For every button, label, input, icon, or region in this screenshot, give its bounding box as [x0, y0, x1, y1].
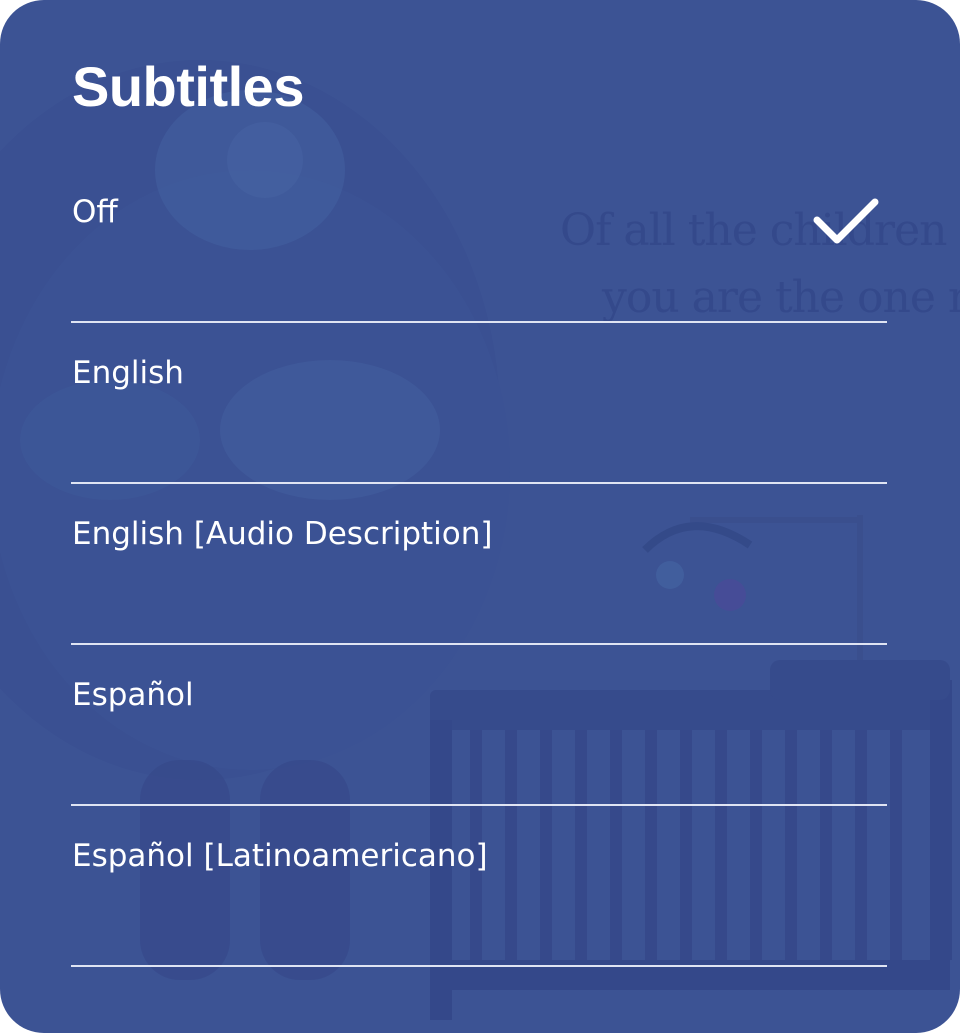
subtitle-option-english[interactable]: English	[71, 323, 887, 484]
subtitles-panel: Of all the children t you are the one n …	[0, 0, 960, 1033]
subtitle-option-espanol[interactable]: Español	[71, 645, 887, 806]
subtitle-option-english-audio-description[interactable]: English [Audio Description]	[71, 484, 887, 645]
panel-title: Subtitles	[72, 55, 304, 118]
option-label: Español	[72, 677, 194, 713]
subtitle-option-espanol-latinoamericano[interactable]: Español [Latinoamericano]	[71, 806, 887, 967]
option-label: English [Audio Description]	[72, 516, 493, 552]
subtitle-options-list: Off English English [Audio Description] …	[71, 162, 887, 967]
check-icon	[813, 198, 879, 244]
option-label: Off	[72, 194, 118, 230]
option-label: Español [Latinoamericano]	[72, 838, 488, 874]
subtitle-option-off[interactable]: Off	[71, 162, 887, 323]
option-label: English	[72, 355, 184, 391]
